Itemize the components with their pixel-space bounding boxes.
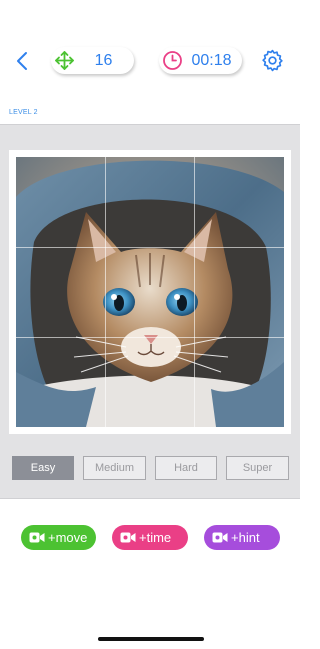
clock-icon (163, 51, 182, 70)
board-area: Easy Medium Hard Super (0, 124, 300, 499)
difficulty-medium-button[interactable]: Medium (83, 456, 146, 480)
add-time-button[interactable]: +time (112, 525, 188, 550)
home-indicator[interactable] (98, 637, 204, 641)
chevron-left-icon (17, 52, 27, 70)
moves-counter: 16 (51, 47, 134, 74)
add-move-label: +move (48, 530, 88, 545)
add-time-label: +time (139, 530, 172, 545)
difficulty-super-button[interactable]: Super (226, 456, 289, 480)
grid-line (105, 157, 106, 427)
kitten-image (16, 157, 284, 427)
video-camera-icon (120, 532, 136, 543)
add-move-button[interactable]: +move (21, 525, 96, 550)
gear-icon (262, 49, 283, 72)
video-camera-icon (212, 532, 228, 543)
timer-value: 00:18 (191, 52, 232, 69)
move-arrows-icon (53, 49, 76, 72)
moves-value: 16 (94, 52, 113, 69)
add-hint-label: +hint (231, 530, 260, 545)
difficulty-hard-button[interactable]: Hard (155, 456, 217, 480)
puzzle-image[interactable] (16, 157, 284, 427)
grid-line (16, 337, 284, 338)
puzzle-board (9, 150, 291, 434)
game-screen: 16 00:18 LEVEL 2 Easy Medium Hard Super … (0, 0, 300, 649)
level-label: LEVEL 2 (9, 109, 38, 116)
difficulty-easy-button[interactable]: Easy (12, 456, 74, 480)
settings-button[interactable] (260, 48, 285, 73)
timer: 00:18 (159, 47, 242, 74)
add-hint-button[interactable]: +hint (204, 525, 280, 550)
video-camera-icon (29, 532, 45, 543)
grid-line (16, 247, 284, 248)
back-button[interactable] (12, 50, 34, 72)
grid-line (194, 157, 195, 427)
